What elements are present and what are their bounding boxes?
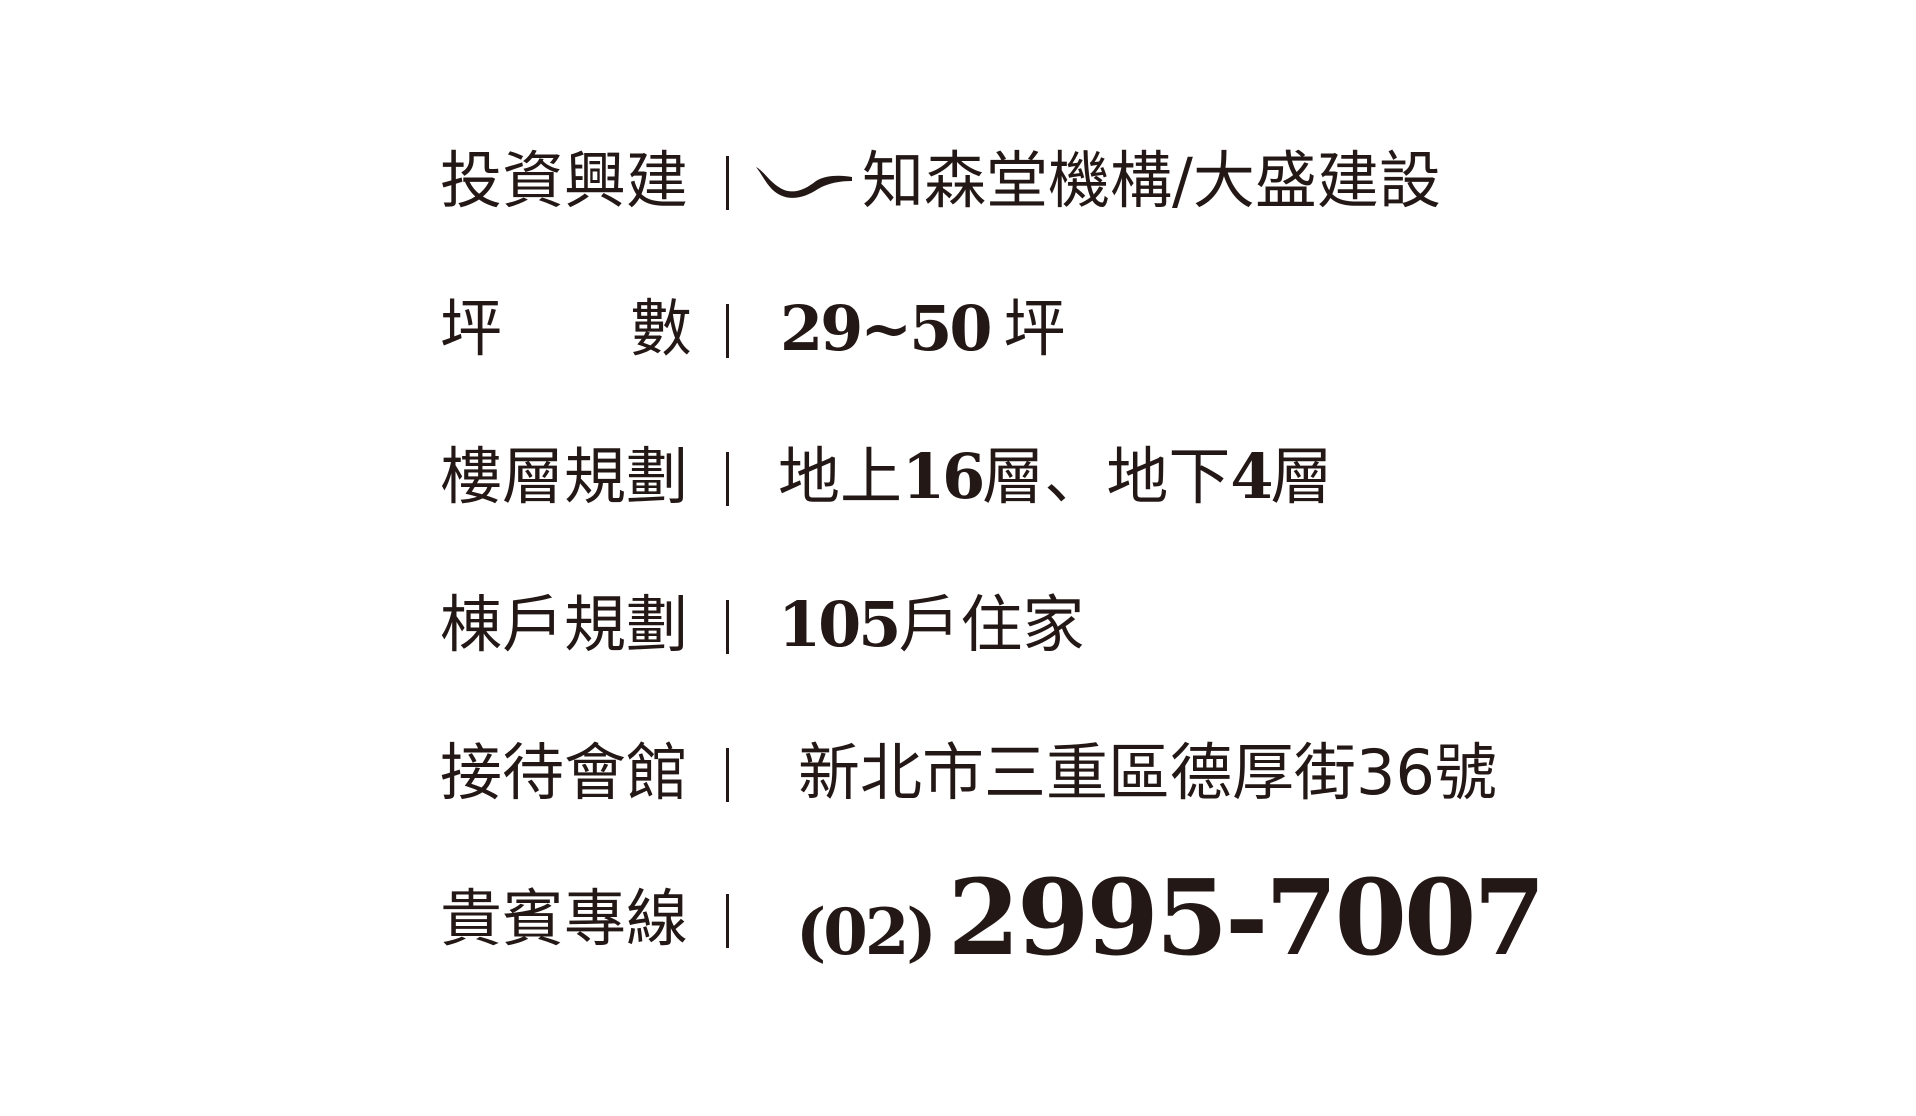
developer-label: 投資興建 <box>440 144 689 217</box>
floors-above-suffix: 層、 <box>982 440 1107 513</box>
row-floors: 樓層規劃 地上 16 層、 地下 4 層 <box>0 444 1916 574</box>
row-separator <box>726 156 729 210</box>
floors-label: 樓層規劃 <box>440 440 689 513</box>
developer-value: 知森堂機構/大盛建設 <box>862 144 1441 217</box>
floors-above-count: 16 <box>902 440 985 513</box>
row-separator <box>726 304 729 358</box>
reception-value-group: 新北市三重區德厚街36號 <box>798 742 1497 804</box>
size-value-group: 29~50 坪 <box>780 298 1066 360</box>
reception-label: 接待會館 <box>440 736 689 809</box>
row-hotline: 貴賓專線 (02) 2995-7007 <box>0 866 1916 996</box>
row-separator <box>726 452 729 506</box>
size-unit: 坪 <box>1003 292 1066 365</box>
row-reception: 接待會館 新北市三重區德厚街36號 <box>0 740 1916 870</box>
hotline-area-code: (02) <box>796 895 937 970</box>
hotline-number: 2995-7007 <box>947 856 1546 979</box>
floors-below-count: 4 <box>1230 440 1273 513</box>
row-separator <box>726 600 729 654</box>
units-count: 105 <box>778 588 901 661</box>
row-units: 棟戶規劃 105 戶住家 <box>0 592 1916 722</box>
row-separator <box>726 748 729 802</box>
floors-below-suffix: 層 <box>1270 440 1333 513</box>
bird-wing-icon <box>756 167 852 198</box>
size-label-second: 數 <box>629 292 692 365</box>
size-label-first: 坪 <box>440 292 503 365</box>
floors-below-prefix: 地下 <box>1106 440 1231 513</box>
hotline-value-group: (02) 2995-7007 <box>796 856 1546 979</box>
units-label: 棟戶規劃 <box>440 588 689 661</box>
row-separator <box>726 894 729 948</box>
reception-address: 新北市三重區德厚街36號 <box>798 736 1497 809</box>
units-suffix: 戶住家 <box>898 588 1085 661</box>
floors-above-prefix: 地上 <box>778 440 903 513</box>
hotline-label: 貴賓專線 <box>440 882 689 955</box>
row-size: 坪 數 29~50 坪 <box>0 296 1916 426</box>
floors-value-group: 地上 16 層、 地下 4 層 <box>778 446 1332 508</box>
developer-value-group: 知森堂機構/大盛建設 <box>754 150 1441 212</box>
size-range: 29~50 <box>780 292 993 365</box>
units-value-group: 105 戶住家 <box>778 594 1084 656</box>
project-info-sheet: 投資興建 知森堂機構/大盛建設 坪 數 29~50 坪 樓層規劃 地上 16 層… <box>0 0 1916 1116</box>
row-developer: 投資興建 知森堂機構/大盛建設 <box>0 148 1916 278</box>
size-label: 坪 數 <box>440 298 692 360</box>
